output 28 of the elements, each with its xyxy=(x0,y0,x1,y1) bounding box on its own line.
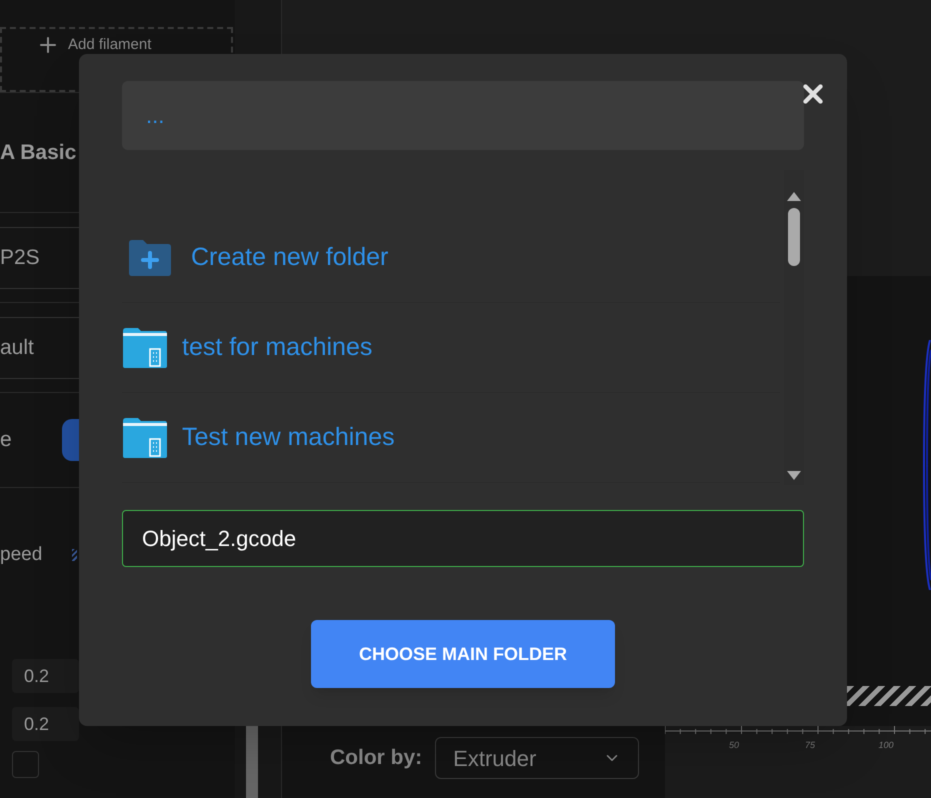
folder-item[interactable]: test for machines xyxy=(122,303,780,393)
toggle-button[interactable] xyxy=(62,419,79,461)
ruler-label: 50 xyxy=(729,740,739,750)
preset-select[interactable]: ault xyxy=(0,316,79,378)
ruler-label: 75 xyxy=(805,740,815,750)
folder-icon xyxy=(122,326,168,368)
filename-field[interactable]: Object_2.gcode xyxy=(122,510,804,567)
scroll-down-icon[interactable] xyxy=(787,471,801,481)
folder-item[interactable]: Test new machines xyxy=(122,393,780,483)
scrollbar-thumb[interactable] xyxy=(788,208,800,266)
ruler-label: 100 xyxy=(878,740,894,750)
color-by-label: Color by: xyxy=(330,745,422,772)
scroll-up-icon[interactable] xyxy=(787,192,801,202)
value-field[interactable]: 0.2 xyxy=(12,707,79,741)
color-by-select[interactable]: Extruder xyxy=(435,737,640,779)
preset-select[interactable]: P2S xyxy=(0,226,79,288)
preset-title: A Basic xyxy=(0,140,76,166)
scrollbar-thumb[interactable] xyxy=(246,726,258,798)
hatch-icon xyxy=(72,549,77,561)
path-text[interactable]: ... xyxy=(146,99,164,132)
checkbox[interactable] xyxy=(12,751,39,778)
choose-main-folder-button[interactable]: CHOOSE MAIN FOLDER xyxy=(311,620,615,688)
value-field[interactable]: 0.2 xyxy=(12,659,79,693)
new-folder-icon xyxy=(127,238,173,276)
option-label: e xyxy=(0,427,12,454)
create-folder-item[interactable]: Create new folder xyxy=(122,213,780,303)
mode-label: peed xyxy=(0,542,42,567)
folder-icon xyxy=(122,416,168,458)
